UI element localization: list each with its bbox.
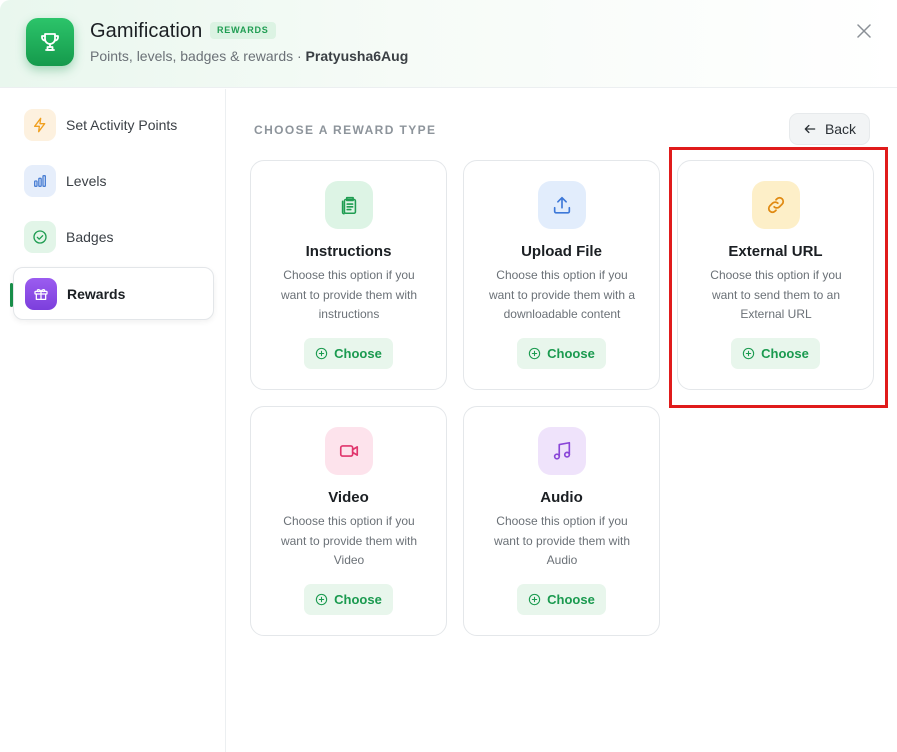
sidebar-item-set-activity-points[interactable]: Set Activity Points (13, 98, 214, 151)
gamification-modal: Gamification REWARDS Points, levels, bad… (0, 0, 897, 752)
card-description: Choose this option if you want to provid… (280, 514, 418, 567)
card-title: Instructions (305, 243, 392, 260)
choose-button[interactable]: Choose (517, 584, 606, 615)
choose-button[interactable]: Choose (517, 338, 606, 369)
trophy-icon (26, 18, 74, 66)
check-circle-icon (24, 220, 56, 253)
card-description: Choose this option if you want to provid… (493, 514, 631, 567)
back-button[interactable]: Back (789, 113, 870, 145)
choose-button-label: Choose (761, 346, 809, 361)
clipboard-icon (325, 181, 373, 229)
reward-card-upload-file[interactable]: Upload File Choose this option if you wa… (463, 160, 660, 390)
sidebar-item-badges[interactable]: Badges (13, 210, 214, 263)
link-icon (752, 181, 800, 229)
page-subtitle: Points, levels, badges & rewards · Praty… (90, 48, 408, 64)
sidebar-item-label: Badges (66, 228, 114, 245)
reward-card-instructions[interactable]: Instructions Choose this option if you w… (250, 160, 447, 390)
music-note-icon (538, 427, 586, 475)
gift-icon (25, 277, 57, 310)
video-camera-icon (325, 427, 373, 475)
sidebar-item-rewards[interactable]: Rewards (13, 267, 214, 320)
reward-card-external-url[interactable]: External URL Choose this option if you w… (677, 160, 874, 390)
sidebar-item-levels[interactable]: Levels (13, 154, 214, 207)
reward-card-audio[interactable]: Audio Choose this option if you want to … (463, 406, 660, 636)
subtitle-text: Points, levels, badges & rewards · (90, 48, 306, 64)
close-button[interactable] (853, 20, 875, 42)
page-title: Gamification (90, 20, 203, 42)
rewards-badge: REWARDS (210, 22, 276, 39)
choose-button[interactable]: Choose (304, 338, 393, 369)
plus-circle-icon (742, 347, 755, 360)
card-description: Choose this option if you want to send t… (710, 268, 842, 321)
lightning-icon (24, 108, 56, 141)
plus-circle-icon (315, 593, 328, 606)
reward-card-video[interactable]: Video Choose this option if you want to … (250, 406, 447, 636)
card-description: Choose this option if you want to provid… (280, 268, 418, 321)
plus-circle-icon (315, 347, 328, 360)
card-title: Upload File (521, 243, 602, 260)
card-title: Audio (540, 489, 583, 506)
close-icon (857, 24, 871, 38)
card-description: Choose this option if you want to provid… (488, 268, 636, 321)
subtitle-user: Pratyusha6Aug (305, 48, 409, 64)
sidebar-item-label: Levels (66, 172, 107, 189)
card-title: Video (328, 489, 369, 506)
modal-header: Gamification REWARDS Points, levels, bad… (0, 0, 897, 88)
choose-button[interactable]: Choose (731, 338, 820, 369)
card-title: External URL (728, 243, 823, 260)
sidebar-item-label: Set Activity Points (66, 116, 178, 133)
plus-circle-icon (528, 347, 541, 360)
choose-button-label: Choose (334, 592, 382, 607)
choose-button[interactable]: Choose (304, 584, 393, 615)
choose-button-label: Choose (547, 592, 595, 607)
choose-button-label: Choose (547, 346, 595, 361)
plus-circle-icon (528, 593, 541, 606)
back-button-label: Back (824, 121, 857, 137)
section-heading: CHOOSE A REWARD TYPE (254, 123, 437, 137)
choose-button-label: Choose (334, 346, 382, 361)
bar-chart-icon (24, 164, 56, 197)
sidebar-item-label: Rewards (67, 285, 126, 302)
upload-icon (538, 181, 586, 229)
arrow-left-icon (804, 124, 816, 134)
